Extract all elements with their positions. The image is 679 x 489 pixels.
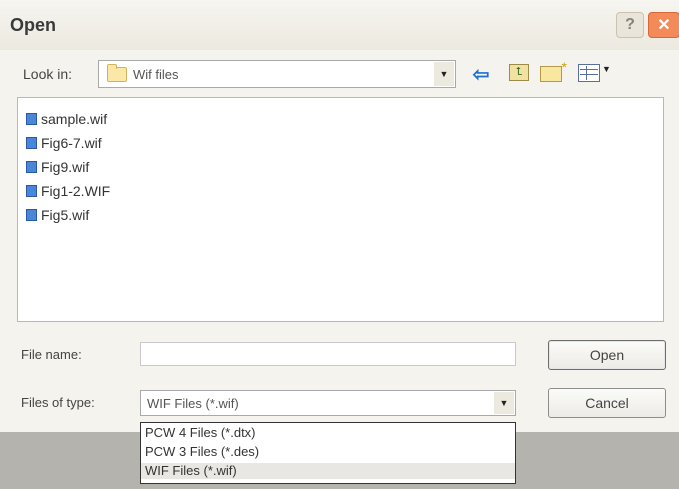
files-of-type-combo[interactable]: WIF Files (*.wif) ▼ [140,390,516,416]
open-button-label: Open [589,347,625,363]
look-in-value: Wif files [133,66,179,82]
file-name: Fig6-7.wif [41,135,102,151]
wif-file-icon [26,161,37,173]
file-list[interactable]: sample.wif Fig6-7.wif Fig9.wif Fig1-2.WI… [17,97,664,322]
files-of-type-label: Files of type: [21,395,95,410]
file-name: Fig5.wif [41,207,90,223]
list-item[interactable]: Fig1-2.WIF [26,180,110,202]
chevron-down-icon[interactable]: ▼ [434,62,454,86]
wif-file-icon [26,185,37,197]
views-chevron-down-icon[interactable]: ▼ [602,64,611,74]
dropdown-option[interactable]: PCW 3 Files (*.des) [141,444,515,460]
open-button[interactable]: Open [548,340,666,370]
file-name-label: File name: [21,347,82,362]
file-name: sample.wif [41,111,108,127]
look-in-combo[interactable]: Wif files ▼ [98,60,456,88]
title-bar: Open ? ✕ [0,0,679,50]
list-item[interactable]: Fig6-7.wif [26,132,102,154]
cancel-button[interactable]: Cancel [548,388,666,418]
list-item[interactable]: Fig5.wif [26,204,89,226]
window-title: Open [10,15,57,35]
close-icon: ✕ [657,17,671,34]
wif-file-icon [26,209,37,221]
back-icon[interactable]: ⇦ [468,62,494,86]
files-of-type-dropdown[interactable]: PCW 4 Files (*.dtx) PCW 3 Files (*.des) … [140,422,516,484]
list-item[interactable]: sample.wif [26,108,107,130]
files-of-type-value: WIF Files (*.wif) [147,395,239,411]
new-folder-icon[interactable] [540,59,567,82]
views-menu-icon[interactable] [578,64,600,82]
file-name-input[interactable] [140,342,516,366]
file-name: Fig1-2.WIF [41,183,111,199]
look-in-label: Look in: [23,66,73,82]
dropdown-option[interactable]: PCW 4 Files (*.dtx) [141,425,515,441]
list-item[interactable]: Fig9.wif [26,156,89,178]
file-name: Fig9.wif [41,159,90,175]
wif-file-icon [26,137,37,149]
dropdown-option-selected[interactable]: WIF Files (*.wif) [141,463,515,479]
cancel-button-label: Cancel [585,395,629,411]
folder-icon [107,63,127,82]
help-button[interactable]: ? [616,12,644,38]
close-button[interactable]: ✕ [648,12,679,38]
up-folder-icon[interactable]: ⮤ [509,64,529,81]
chevron-down-icon[interactable]: ▼ [494,392,514,414]
wif-file-icon [26,113,37,125]
help-icon: ? [625,16,635,33]
